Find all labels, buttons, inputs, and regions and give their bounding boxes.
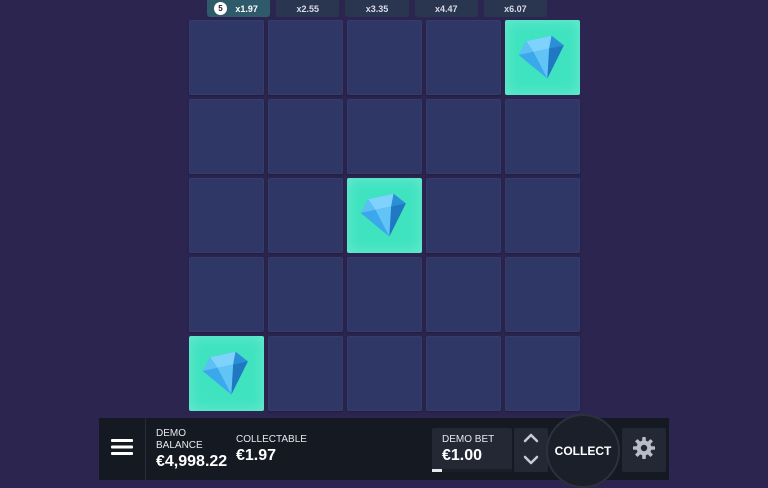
balance-display: DEMO BALANCE €4,998.22 <box>156 428 234 471</box>
board-tile-r3-c4[interactable] <box>426 178 501 253</box>
board-tile-r1-c3[interactable] <box>347 20 422 95</box>
multiplier-step-5: x6.07 <box>483 0 548 17</box>
menu-button[interactable] <box>99 418 146 480</box>
board-tile-r2-c4[interactable] <box>426 99 501 174</box>
bet-stepper <box>514 428 548 472</box>
board-tile-r4-c5[interactable] <box>505 257 580 332</box>
chevron-up-icon <box>523 430 539 448</box>
balance-label: DEMO BALANCE <box>156 427 203 451</box>
board-tile-r2-c1[interactable] <box>189 99 264 174</box>
board-tile-r5-c3[interactable] <box>347 336 422 411</box>
bet-increase-button[interactable] <box>521 431 541 447</box>
board-tile-r3-c2[interactable] <box>268 178 343 253</box>
bet-decrease-button[interactable] <box>521 453 541 469</box>
current-step-badge: 5 <box>214 2 227 15</box>
board-tile-r4-c3[interactable] <box>347 257 422 332</box>
board-tile-r5-c2[interactable] <box>268 336 343 411</box>
bet-value: €1.00 <box>442 447 483 464</box>
collect-button[interactable]: COLLECT <box>546 414 620 488</box>
board-tile-r4-c1[interactable] <box>189 257 264 332</box>
board-tile-r2-c5[interactable] <box>505 99 580 174</box>
board-tile-r5-c1[interactable] <box>189 336 264 411</box>
hamburger-menu-icon <box>111 438 133 461</box>
multiplier-step-2: x2.55 <box>276 0 340 17</box>
bet-level-fill <box>432 469 442 472</box>
multiplier-label: x3.35 <box>365 3 389 14</box>
board-tile-r1-c2[interactable] <box>268 20 343 95</box>
board-tile-r4-c2[interactable] <box>268 257 343 332</box>
collectable-label: COLLECTABLE <box>236 433 307 445</box>
board-tile-r5-c4[interactable] <box>426 336 501 411</box>
settings-button[interactable] <box>622 428 666 472</box>
diamond-icon <box>518 35 568 81</box>
chevron-down-icon <box>523 452 539 470</box>
multiplier-step-1: 5 x1.97 <box>207 0 271 17</box>
board-tile-r3-c5[interactable] <box>505 178 580 253</box>
multiplier-label: x2.55 <box>296 3 320 14</box>
board-tile-r1-c1[interactable] <box>189 20 264 95</box>
multiplier-step-4: x4.47 <box>414 0 478 17</box>
multiplier-bar: 5 x1.97 x2.55 x3.35 x4.47 x6.07 <box>207 0 548 17</box>
game-board <box>189 20 581 412</box>
board-tile-r5-c5[interactable] <box>505 336 580 411</box>
collectable-display: COLLECTABLE €1.97 <box>236 434 326 465</box>
board-tile-r1-c4[interactable] <box>426 20 501 95</box>
diamond-icon <box>202 351 252 397</box>
balance-value: €4,998.22 <box>156 452 228 470</box>
board-tile-r4-c4[interactable] <box>426 257 501 332</box>
collectable-value: €1.97 <box>236 446 277 464</box>
bet-label: DEMO BET <box>442 434 495 445</box>
gear-icon <box>632 436 656 465</box>
control-panel: DEMO BALANCE €4,998.22 COLLECTABLE €1.97… <box>99 414 669 488</box>
bet-display: DEMO BET €1.00 <box>432 428 512 472</box>
board-tile-r1-c5[interactable] <box>505 20 580 95</box>
board-tile-r2-c3[interactable] <box>347 99 422 174</box>
multiplier-step-3: x3.35 <box>345 0 409 17</box>
board-tile-r2-c2[interactable] <box>268 99 343 174</box>
board-tile-r3-c1[interactable] <box>189 178 264 253</box>
multiplier-label: x4.47 <box>434 3 458 14</box>
bet-level-bar <box>432 469 512 472</box>
board-tile-r3-c3[interactable] <box>347 178 422 253</box>
diamond-icon <box>360 193 410 239</box>
multiplier-label: x6.07 <box>504 3 527 14</box>
